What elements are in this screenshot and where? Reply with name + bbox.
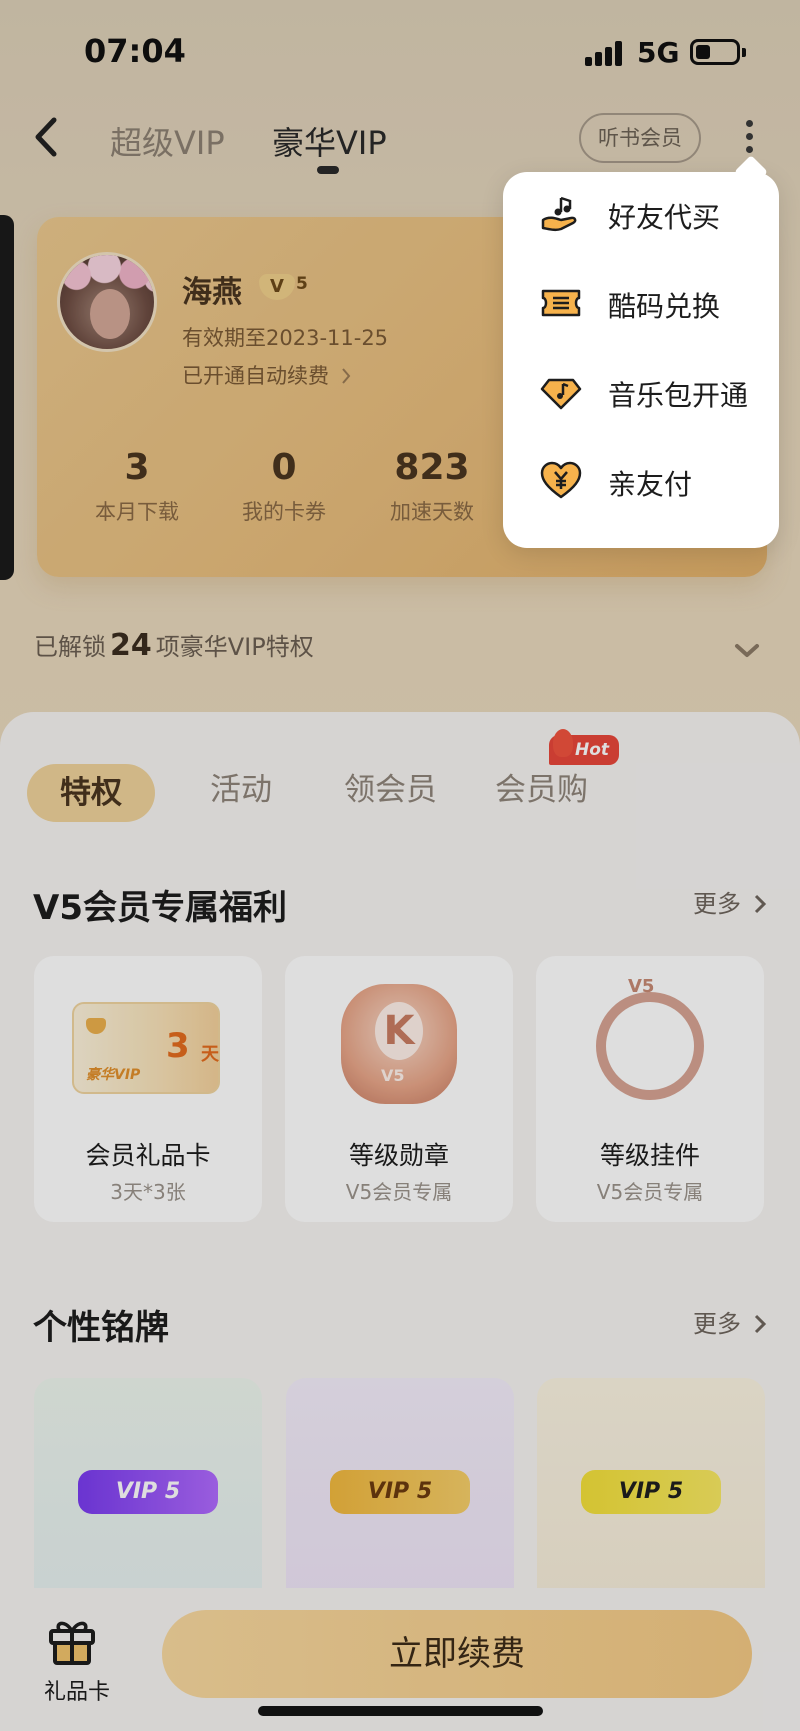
home-indicator — [258, 1706, 543, 1716]
ticket-icon — [541, 289, 581, 317]
heart-yen-icon — [540, 461, 582, 499]
hand-music-icon — [541, 196, 577, 232]
menu-item-family-pay[interactable]: 亲友付 — [503, 439, 779, 527]
menu-item-label: 酷码兑换 — [608, 290, 721, 323]
menu-item-label: 亲友付 — [608, 468, 693, 501]
menu-item-label: 好友代买 — [608, 201, 721, 234]
menu-item-buy-for-friend[interactable]: 好友代买 — [503, 172, 779, 260]
menu-item-label: 音乐包开通 — [608, 379, 749, 412]
menu-item-music-pack[interactable]: 音乐包开通 — [503, 350, 779, 438]
menu-item-redeem-code[interactable]: 酷码兑换 — [503, 261, 779, 349]
diamond-note-icon — [540, 378, 582, 410]
more-options-menu: 好友代买 酷码兑换 音乐包开通 亲友付 — [503, 155, 779, 548]
